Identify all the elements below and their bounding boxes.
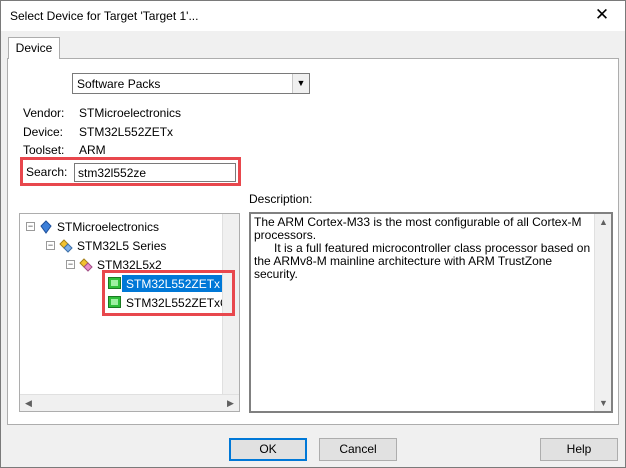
tree-horizontal-scrollbar[interactable]: ◀ ▶ <box>20 394 239 411</box>
device-panel: Software Packs ▼ Vendor: STMicroelectron… <box>7 58 619 425</box>
ok-button[interactable]: OK <box>229 438 307 461</box>
chip-icon <box>108 277 121 289</box>
description-label: Description: <box>249 192 313 206</box>
device-tree[interactable]: − STMicroelectronics − STM32L5 Series − <box>19 213 240 412</box>
tree-node-device-zetxq[interactable]: STM32L552ZETxQ <box>108 294 236 312</box>
description-text: The ARM Cortex-M33 is the most configura… <box>254 215 591 281</box>
collapse-icon[interactable]: − <box>46 241 55 250</box>
dialog-window: Select Device for Target 'Target 1'... ✕… <box>0 0 626 468</box>
tree-node-label: STM32L552ZETx <box>126 277 221 291</box>
tree-node-label: STMicroelectronics <box>57 220 160 234</box>
tab-device[interactable]: Device <box>8 37 60 59</box>
search-label: Search: <box>26 165 68 179</box>
source-select[interactable]: Software Packs ▼ <box>72 73 310 94</box>
search-highlight: Search: <box>20 157 241 186</box>
family-icon <box>59 239 73 253</box>
tree-node-device-zetx[interactable]: STM32L552ZETx <box>108 275 236 293</box>
scroll-right-icon[interactable]: ▶ <box>222 395 239 411</box>
scroll-up-icon[interactable]: ▲ <box>595 214 612 230</box>
tree-node-label: STM32L5 Series <box>77 239 167 253</box>
cancel-button[interactable]: Cancel <box>319 438 397 461</box>
window-title: Select Device for Target 'Target 1'... <box>10 9 199 23</box>
scroll-down-icon[interactable]: ▼ <box>595 395 612 411</box>
subfamily-icon <box>79 258 93 272</box>
chip-icon <box>108 296 121 308</box>
toolset-value: ARM <box>79 143 106 157</box>
vendor-label: Vendor: <box>23 106 65 120</box>
device-label: Device: <box>23 125 64 139</box>
description-vertical-scrollbar[interactable]: ▲ ▼ <box>594 214 611 411</box>
search-input[interactable] <box>74 163 236 182</box>
toolset-label: Toolset: <box>23 143 65 157</box>
description-box[interactable]: The ARM Cortex-M33 is the most configura… <box>249 212 613 413</box>
vendor-icon <box>40 220 52 234</box>
tree-node-label: STM32L552ZETxQ <box>126 296 230 310</box>
tree-node-label: STM32L5x2 <box>97 258 162 272</box>
collapse-icon[interactable]: − <box>66 260 75 269</box>
scroll-left-icon[interactable]: ◀ <box>20 395 37 411</box>
tab-strip: Device <box>1 31 625 59</box>
help-button[interactable]: Help <box>540 438 618 461</box>
title-bar[interactable]: Select Device for Target 'Target 1'... ✕ <box>1 1 625 31</box>
vendor-value: STMicroelectronics <box>79 106 182 120</box>
tree-vertical-scrollbar[interactable] <box>222 214 239 395</box>
collapse-icon[interactable]: − <box>26 222 35 231</box>
source-select-value: Software Packs <box>77 77 161 91</box>
tree-node-vendor[interactable]: − STMicroelectronics <box>26 218 226 236</box>
close-icon: ✕ <box>594 5 610 24</box>
tree-node-subfamily[interactable]: − STM32L5x2 <box>66 256 226 274</box>
chevron-down-icon[interactable]: ▼ <box>292 74 309 93</box>
close-button[interactable]: ✕ <box>579 1 625 31</box>
device-value: STM32L552ZETx <box>79 125 174 139</box>
tree-node-series[interactable]: − STM32L5 Series <box>46 237 226 255</box>
